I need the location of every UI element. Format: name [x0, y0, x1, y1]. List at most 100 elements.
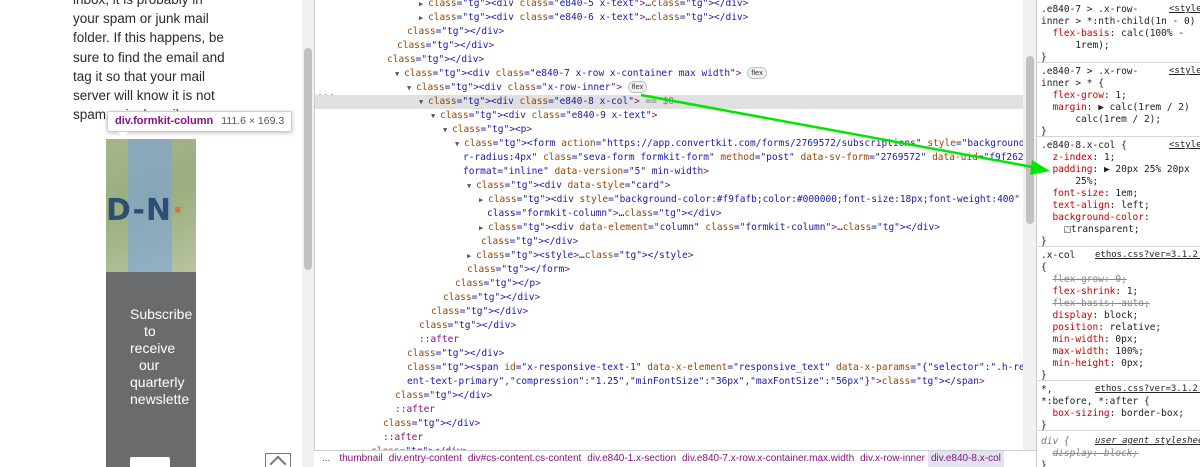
dom-node-line[interactable]: class="tg"></div>	[315, 347, 1023, 361]
email-field[interactable]	[130, 457, 170, 467]
expand-toggle-icon[interactable]: ▶	[479, 221, 488, 235]
style-rule-line[interactable]: text-align: left;	[1041, 200, 1149, 211]
style-rule-line[interactable]: display: block;	[1041, 448, 1138, 459]
style-source-link[interactable]: <style	[1169, 66, 1200, 77]
page-scrollbar[interactable]	[302, 0, 314, 467]
style-rule-line[interactable]: *, ethos.css?ver=3.1.2:1	[1041, 384, 1200, 395]
style-rule-line[interactable]: box-sizing: border-box;	[1041, 408, 1184, 419]
dom-node-line[interactable]: ▼ class="tg"><div class="e840-7 x-row x-c…	[315, 67, 1023, 81]
dom-node-line[interactable]: ▼ class="tg"><div data-style="card">	[315, 179, 1023, 193]
flex-badge[interactable]: flex	[627, 81, 648, 93]
style-rule-line[interactable]: margin: ▶ calc(1rem / 2)	[1041, 102, 1189, 113]
styles-panel[interactable]: .e840-7 > .x-row- <style inner > *:nth-chi…	[1036, 0, 1200, 467]
dom-node-line[interactable]: class="tg"></div>	[315, 389, 1023, 403]
breadcrumb-item[interactable]: div.x-row-inner	[857, 451, 928, 467]
expand-toggle-icon[interactable]: ▶	[467, 249, 476, 263]
breadcrumb-item[interactable]: div#cs-content.cs-content	[465, 451, 584, 467]
dom-node-line[interactable]: ▼ class="tg"><div class="x-row-inner"> fl…	[315, 81, 1023, 95]
dom-node-line[interactable]: ::after	[315, 431, 1023, 445]
dom-node-line[interactable]: ▼ class="tg"><div class="e840-9 x-text">	[315, 109, 1023, 123]
style-rule-line[interactable]: *:before, *:after {	[1041, 396, 1150, 407]
dom-node-line[interactable]: class="tg"></div>	[315, 417, 1023, 431]
style-source-link[interactable]: ethos.css?ver=3.1.2:1	[1095, 384, 1200, 395]
style-rule-line[interactable]: transparent;	[1041, 224, 1140, 235]
style-rule-line[interactable]: position: relative;	[1041, 322, 1161, 333]
expand-toggle-icon[interactable]: ▼	[455, 137, 464, 151]
expand-toggle-icon[interactable]: ▶	[419, 0, 428, 11]
scroll-to-top-button[interactable]	[265, 453, 291, 467]
style-rule-line[interactable]: flex-grow: 1;	[1041, 90, 1126, 101]
style-rule-line[interactable]: .e840-7 > .x-row- <style	[1041, 4, 1200, 15]
expand-toggle-icon[interactable]: ▼	[467, 179, 476, 193]
dom-node-line[interactable]: class="tg"></p>	[315, 277, 1023, 291]
dom-node-line[interactable]: class="tg"></div>	[315, 305, 1023, 319]
dom-node-line[interactable]: ▶ class="tg"><style>…class="tg"></style>	[315, 249, 1023, 263]
breadcrumb-item[interactable]: div.e840-7.x-row.x-container.max.width	[679, 451, 857, 467]
flex-badge[interactable]: flex	[747, 67, 767, 79]
formkit-embed[interactable]: D-N· Subscribe to receive our quarterly newsl…	[106, 139, 196, 467]
dom-node-line[interactable]: ▶ class="tg"><div style="background-color…	[315, 193, 1036, 207]
dom-node-line[interactable]: ▶ class="tg"><div class="e840-6 x-text">……	[315, 11, 1023, 25]
style-rule-line[interactable]: flex-basis: auto;	[1041, 298, 1149, 309]
expand-toggle-icon[interactable]: ▼	[395, 67, 404, 81]
dom-node-line[interactable]: class="tg"></div>	[315, 319, 1023, 333]
breadcrumb-item[interactable]: div.e840-1.x-section	[584, 451, 679, 467]
dom-node-line[interactable]: class="tg"></div>	[315, 291, 1023, 305]
dom-node-line[interactable]: ▶ class="tg"><div class="e840-5 x-text">……	[315, 0, 1023, 11]
dom-node-line[interactable]: class="tg"><span id="x-responsive-text-1…	[315, 361, 1036, 375]
style-source-link[interactable]: user agent styleshee	[1095, 436, 1200, 447]
style-rule-line[interactable]: flex-grow: 0;	[1041, 274, 1126, 285]
style-rule-line[interactable]: min-height: 0px;	[1041, 358, 1144, 369]
style-source-link[interactable]: <style	[1169, 4, 1200, 15]
dom-node-line[interactable]: class="tg"></div>	[315, 39, 1023, 53]
breadcrumb-item[interactable]: div.entry-content	[386, 451, 465, 467]
style-rule-line[interactable]: .e840-8.x-col {<style	[1041, 140, 1200, 151]
style-rule-line[interactable]: .e840-7 > .x-row- <style	[1041, 66, 1200, 77]
breadcrumb-item[interactable]: div.e840-8.x-col	[928, 451, 1004, 467]
style-rule-line[interactable]: display: block;	[1041, 310, 1138, 321]
style-rule-line[interactable]: .x-col ethos.css?ver=3.1.2:1	[1041, 250, 1200, 261]
dom-node-selected[interactable]: ▼ class="tg"><div class="e840-8 x-col"> =…	[315, 95, 1023, 109]
dom-node-line[interactable]: format="inline" data-version="5" min-wid…	[315, 165, 1023, 179]
style-rule-line[interactable]: 1rem);	[1041, 40, 1109, 51]
style-rule-line[interactable]: font-size: 1em;	[1041, 188, 1138, 199]
style-rule-line[interactable]: flex-basis: calc(100% -	[1041, 28, 1184, 39]
dom-node-line[interactable]: ▼ class="tg"><p>	[315, 123, 1023, 137]
dom-node-line[interactable]: ▶ class="tg"><div data-element="column" c…	[315, 221, 1023, 235]
elements-panel[interactable]: ··· ▶class="tg"><div class="e840-5 x-tex…	[314, 0, 1036, 450]
style-rule-line[interactable]: 25%;	[1041, 176, 1098, 187]
dom-node-line[interactable]: class="tg"></div>	[315, 53, 1023, 67]
elements-scrollbar[interactable]	[1023, 0, 1036, 450]
dom-node-line[interactable]: class="formkit-column">…class="tg"></div…	[315, 207, 1023, 221]
expand-toggle-icon[interactable]: ▼	[407, 81, 416, 95]
dom-node-line[interactable]: class="tg"></div>	[315, 25, 1023, 39]
expand-toggle-icon[interactable]: ▼	[443, 123, 452, 137]
style-rule-line[interactable]: background-color:	[1041, 212, 1149, 223]
style-rule-line[interactable]: inner > *:nth-child(1n - 0) {	[1041, 16, 1200, 27]
style-rule-line[interactable]: inner > * {	[1041, 78, 1104, 89]
style-rule-line[interactable]: flex-shrink: 1;	[1041, 286, 1138, 297]
breadcrumb-more[interactable]: ...	[314, 451, 336, 467]
style-rule-line[interactable]: padding: ▶ 20px 25% 20px	[1041, 164, 1189, 175]
dom-node-line[interactable]: ::after	[315, 403, 1023, 417]
style-rule-line[interactable]: div {user agent styleshee	[1041, 436, 1200, 447]
expand-toggle-icon[interactable]: ▶	[419, 11, 428, 25]
breadcrumb-item[interactable]: thumbnail	[336, 451, 385, 467]
dom-node-line[interactable]: ▼ class="tg"><form action="https://app.co…	[315, 137, 1036, 151]
elements-scroll-thumb[interactable]	[1026, 56, 1034, 224]
style-rule-line[interactable]: {	[1041, 262, 1047, 273]
dom-node-line[interactable]: r-radius:4px" class="seva-form formkit-f…	[315, 151, 1036, 165]
dom-node-line[interactable]: ent-text-primary","compression":"1.25","…	[315, 375, 1023, 389]
style-source-link[interactable]: ethos.css?ver=3.1.2:1	[1095, 250, 1200, 261]
expand-toggle-icon[interactable]: ▶	[479, 193, 488, 207]
style-rule-line[interactable]: calc(1rem / 2);	[1041, 114, 1161, 125]
dom-node-line[interactable]: class="tg"></div>	[315, 235, 1023, 249]
expand-toggle-icon[interactable]: ▼	[431, 109, 440, 123]
dom-node-line[interactable]: ::after	[315, 333, 1023, 347]
expand-toggle-icon[interactable]: ▼	[419, 95, 428, 109]
style-rule-line[interactable]: }	[1041, 460, 1047, 467]
style-rule-line[interactable]: min-width: 0px;	[1041, 334, 1138, 345]
style-rule-line[interactable]: max-width: 100%;	[1041, 346, 1144, 357]
style-rule-line[interactable]: z-index: 1;	[1041, 152, 1115, 163]
style-source-link[interactable]: <style	[1169, 140, 1200, 151]
